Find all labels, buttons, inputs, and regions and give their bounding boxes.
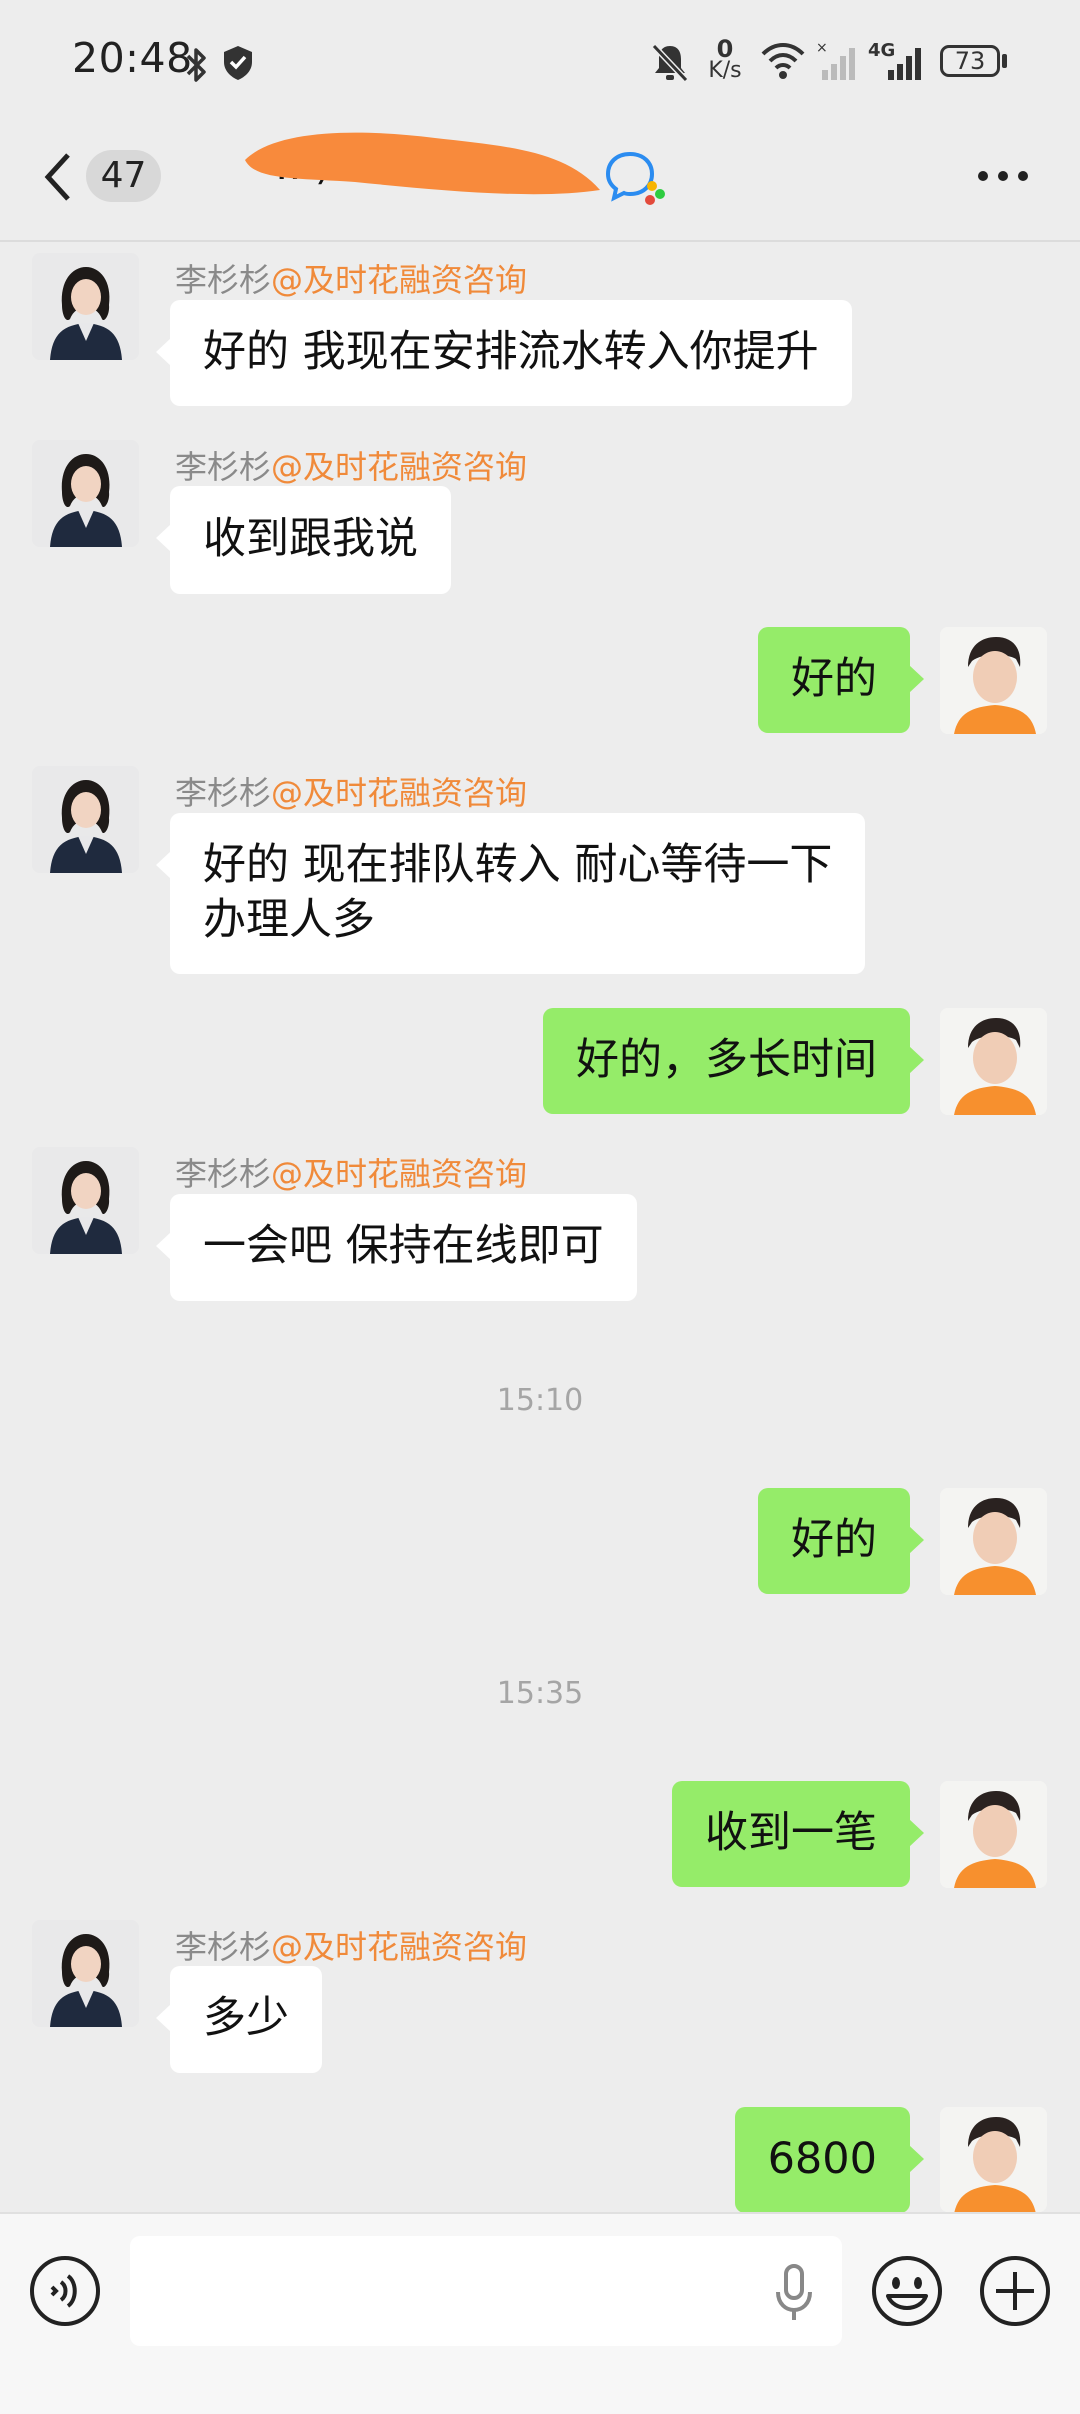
avatar-image (940, 2107, 1047, 2212)
message-timestamp: 15:10 (496, 1383, 584, 1418)
incoming-message-bubble[interactable]: 好的 我现在安排流水转入你提升 (156, 300, 852, 406)
avatar-image (32, 1147, 139, 1254)
sender-name: 李杉杉@及时花融资咨询 (175, 1928, 528, 1966)
sender-name: 李杉杉@及时花融资咨询 (175, 448, 528, 486)
my-avatar[interactable] (940, 2107, 1047, 2212)
outgoing-message-bubble[interactable]: 6800 (734, 2107, 925, 2213)
outgoing-message-bubble[interactable]: 好的 (758, 1488, 924, 1594)
outgoing-message-bubble[interactable]: 好的，多长时间 (543, 1008, 924, 1114)
contact-avatar[interactable] (32, 1920, 139, 2027)
signal-icon: × (816, 40, 855, 80)
outgoing-message-bubble[interactable]: 好的 (758, 627, 924, 733)
message-timestamp: 15:35 (496, 1676, 584, 1711)
wecom-icon (605, 151, 665, 205)
microphone-icon[interactable] (774, 2262, 814, 2324)
incoming-message-bubble[interactable]: 好的 现在排队转入 耐心等待一下 办理人多 (155, 813, 866, 974)
status-time: 20:48 (72, 34, 193, 82)
back-icon[interactable] (38, 149, 78, 205)
emoji-icon[interactable] (870, 2254, 944, 2328)
message-input[interactable] (130, 2236, 842, 2346)
voice-icon[interactable] (28, 2254, 102, 2328)
chat-input-bar (0, 2212, 1080, 2414)
signal-icon (888, 48, 921, 80)
avatar-image (32, 440, 139, 547)
more-icon[interactable] (975, 168, 1031, 184)
sender-name: 李杉杉@及时花融资咨询 (175, 261, 528, 299)
mute-icon (651, 43, 689, 83)
plus-icon[interactable] (978, 2254, 1052, 2328)
avatar-image (940, 1781, 1047, 1888)
incoming-message-bubble[interactable]: 一会吧 保持在线即可 (156, 1194, 637, 1301)
avatar-image (32, 253, 139, 360)
shield-icon (224, 46, 252, 80)
sender-name: 李杉杉@及时花融资咨询 (175, 1155, 528, 1193)
contact-avatar[interactable] (32, 253, 139, 360)
contact-avatar[interactable] (32, 766, 139, 873)
incoming-message-bubble[interactable]: 多少 (156, 1966, 322, 2073)
redaction-mark (245, 132, 600, 195)
unread-count-badge[interactable]: 47 (86, 150, 161, 202)
sender-name: 李杉杉@及时花融资咨询 (175, 774, 528, 812)
battery-tip (1002, 54, 1007, 68)
my-avatar[interactable] (940, 627, 1047, 734)
avatar-image (940, 627, 1047, 734)
avatar-image (940, 1008, 1047, 1115)
my-avatar[interactable] (940, 1488, 1047, 1595)
avatar-image (940, 1488, 1047, 1595)
net-speed: 0 K/s (708, 35, 742, 83)
svg-text:×: × (816, 40, 828, 56)
contact-avatar[interactable] (32, 440, 139, 547)
incoming-message-bubble[interactable]: 收到跟我说 (156, 486, 451, 594)
my-avatar[interactable] (940, 1781, 1047, 1888)
bluetooth-icon (186, 48, 206, 82)
avatar-image (32, 766, 139, 873)
avatar-image (32, 1920, 139, 2027)
contact-avatar[interactable] (32, 1147, 139, 1254)
outgoing-message-bubble[interactable]: 收到一笔 (672, 1781, 924, 1887)
wifi-icon (761, 43, 805, 79)
status-bar: 20:48 0 K/s × 4G 73 (0, 0, 1080, 125)
my-avatar[interactable] (940, 1008, 1047, 1115)
battery-icon: 73 (940, 45, 1000, 77)
